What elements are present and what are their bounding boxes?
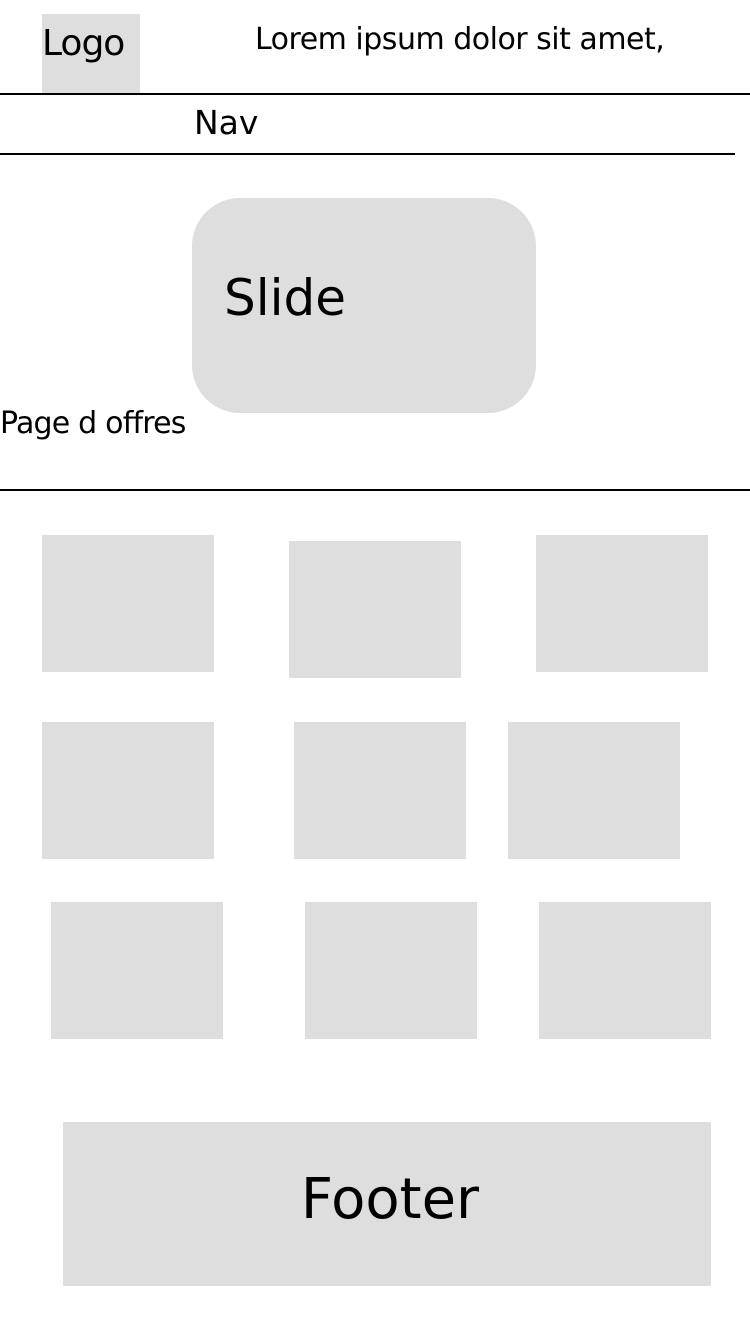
nav-label[interactable]: Nav xyxy=(194,103,258,143)
hero-slide[interactable]: Slide xyxy=(192,198,536,413)
offers-page-title: Page d offres xyxy=(0,406,186,441)
offer-tile-3[interactable] xyxy=(536,535,708,672)
footer-label: Footer xyxy=(300,1167,480,1232)
offer-tile-2[interactable] xyxy=(289,541,461,678)
offers-divider xyxy=(0,489,750,491)
logo-label: Logo xyxy=(42,23,125,64)
logo[interactable]: Logo xyxy=(42,14,140,93)
offer-tile-1[interactable] xyxy=(42,535,214,672)
slide-label: Slide xyxy=(224,269,347,327)
header-tagline: Lorem ipsum dolor sit amet, xyxy=(255,22,665,57)
offer-tile-7[interactable] xyxy=(51,902,223,1039)
header-divider xyxy=(0,93,750,95)
offer-tile-5[interactable] xyxy=(294,722,466,859)
offer-tile-8[interactable] xyxy=(305,902,477,1039)
footer: Footer xyxy=(63,1122,711,1286)
offer-tile-4[interactable] xyxy=(42,722,214,859)
offer-tile-9[interactable] xyxy=(539,902,711,1039)
offer-tile-6[interactable] xyxy=(508,722,680,859)
nav-divider xyxy=(0,153,735,155)
